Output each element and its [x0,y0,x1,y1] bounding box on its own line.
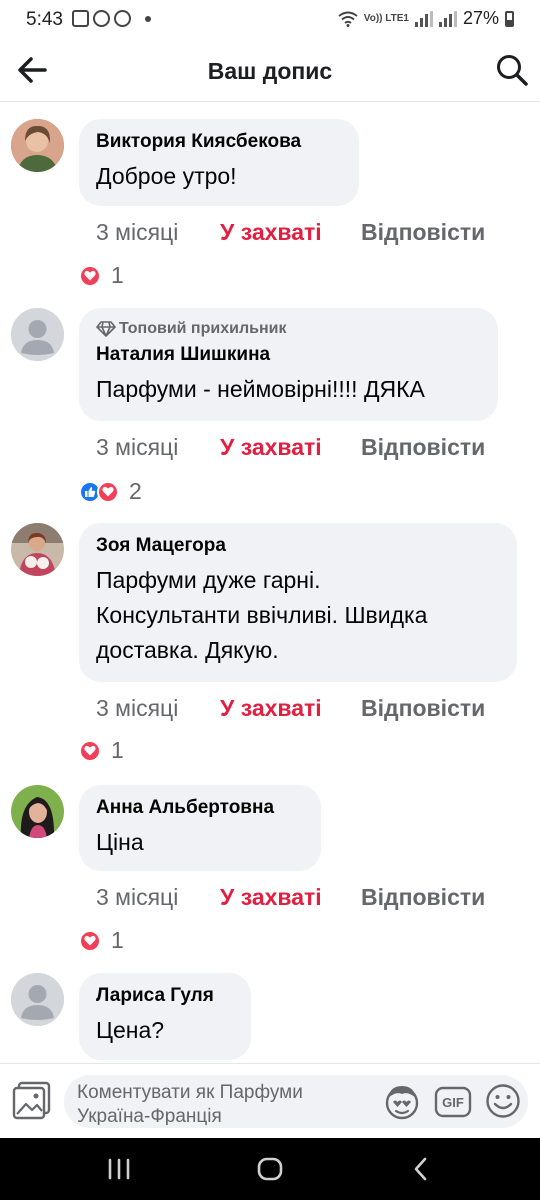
love-reaction-icon [79,929,101,952]
badge-label: Топовий прихильник [119,320,287,337]
emoji-icon [486,1084,520,1118]
comment-author[interactable]: Анна Альбертовна [96,797,304,819]
user-photo-icon [11,523,64,576]
comment-actions: 3 місяці У захваті Відповісти [96,219,485,246]
system-back-button[interactable] [404,1152,438,1186]
reaction-count: 1 [111,737,124,763]
signal-icon [414,10,433,27]
comment-composer: Коментувати як Парфуми Україна-Франція G… [0,1063,540,1138]
reply-button[interactable]: Відповісти [361,219,485,246]
comment-bubble[interactable]: Виктория Киясбекова Доброе утро! [79,119,359,206]
love-reaction-icon [79,739,101,762]
reaction-summary[interactable]: 1 [79,262,124,289]
default-avatar-icon [11,308,64,361]
wifi-icon [338,11,358,27]
reaction-count: 1 [111,262,124,288]
comment-author[interactable]: Лариса Гуля [96,985,234,1007]
notification-icons [72,10,151,27]
user-photo-icon [11,785,64,838]
reply-button[interactable]: Відповісти [361,884,485,911]
comment-author[interactable]: Наталия Шишкина [96,344,481,366]
reaction-count: 1 [111,927,124,953]
status-time: 5:43 [26,9,63,30]
recent-apps-button[interactable] [102,1152,136,1186]
search-button[interactable] [494,52,530,88]
system-navigation-bar [0,1138,540,1200]
default-avatar-icon [11,973,64,1026]
like-button[interactable]: У захваті [220,695,361,722]
comment-text: Парфуми - неймовірні!!!! ДЯКА [96,376,425,402]
comment-time[interactable]: 3 місяці [96,695,220,722]
comment-input[interactable]: Коментувати як Парфуми Україна-Франція G… [64,1075,528,1128]
top-fan-badge: Топовий прихильник [96,320,481,338]
comment-actions: 3 місяці У захваті Відповісти [96,695,485,722]
top-app-bar: Ваш допис [0,38,540,102]
gif-button[interactable]: GIF [434,1084,472,1120]
reaction-count: 2 [129,478,142,504]
battery-icon [505,10,514,27]
comment-time[interactable]: 3 місяці [96,884,220,911]
user-photo-icon [11,119,64,172]
system-indicators: Vo)) LTE1 27% [338,8,514,29]
emoji-button[interactable] [484,1082,522,1120]
comment-text-line: доставка. Дякую. [96,637,279,663]
reply-button[interactable]: Відповісти [361,434,485,461]
gif-icon: GIF [434,1086,472,1118]
svg-text:GIF: GIF [442,1095,464,1110]
comment-time[interactable]: 3 місяці [96,434,220,461]
diamond-icon [96,321,116,337]
reaction-summary[interactable]: 1 [79,927,124,954]
placeholder-line: Коментувати як Парфуми [77,1082,303,1103]
reply-button[interactable]: Відповісти [361,695,485,722]
avatar[interactable] [11,973,64,1026]
comment-input-placeholder: Коментувати як Парфуми Україна-Франція [77,1081,367,1125]
comment-bubble[interactable]: Топовий прихильник Наталия Шишкина Парфу… [79,308,498,421]
avatar-sticker-icon [385,1086,419,1120]
reaction-summary[interactable]: 1 [79,737,124,764]
viber-icon [93,10,110,27]
avatar[interactable] [11,308,64,361]
love-reaction-icon [79,264,101,287]
back-icon [414,1157,427,1181]
comment-text-line: Парфуми дуже гарні. [96,567,321,593]
comment-time[interactable]: 3 місяці [96,219,220,246]
viber-icon [114,10,131,27]
placeholder-line: Україна-Франція [77,1106,222,1125]
photo-icon [12,1081,51,1120]
avatar-sticker-button[interactable] [382,1082,422,1122]
comment-bubble[interactable]: Зоя Мацегора Парфуми дуже гарні. Консуль… [79,523,517,682]
comment-text: Доброе утро! [96,163,237,189]
network-label: Vo)) LTE1 [363,12,409,24]
add-photo-button[interactable] [12,1080,52,1120]
comment-text-line: Консультанти ввічливі. Швидка [96,602,428,628]
image-icon [72,10,89,27]
avatar[interactable] [11,785,64,838]
comment-actions: 3 місяці У захваті Відповісти [96,884,485,911]
search-icon [497,55,528,86]
recent-apps-icon [108,1158,130,1180]
comment-text: Цена? [96,1017,165,1043]
avatar[interactable] [11,119,64,172]
signal-icon [438,10,457,27]
more-notifications-icon [145,15,151,22]
comment-author[interactable]: Зоя Мацегора [96,535,500,557]
like-button[interactable]: У захваті [220,219,361,246]
like-button[interactable]: У захваті [220,434,361,461]
comment-bubble[interactable]: Анна Альбертовна Ціна [79,785,321,871]
reaction-summary[interactable]: 2 [79,478,142,505]
home-button[interactable] [253,1152,287,1186]
status-bar: 5:43 Vo)) LTE1 27% [0,0,540,38]
comment-bubble[interactable]: Лариса Гуля Цена? [79,973,251,1060]
comment-author[interactable]: Виктория Киясбекова [96,131,342,153]
avatar[interactable] [11,523,64,576]
home-icon [257,1157,283,1181]
love-reaction-icon [97,480,119,503]
comment-text: Ціна [96,829,144,855]
comment-actions: 3 місяці У захваті Відповісти [96,434,485,461]
page-title: Ваш допис [207,58,333,84]
like-button[interactable]: У захваті [220,884,361,911]
battery-percent: 27% [462,8,499,28]
